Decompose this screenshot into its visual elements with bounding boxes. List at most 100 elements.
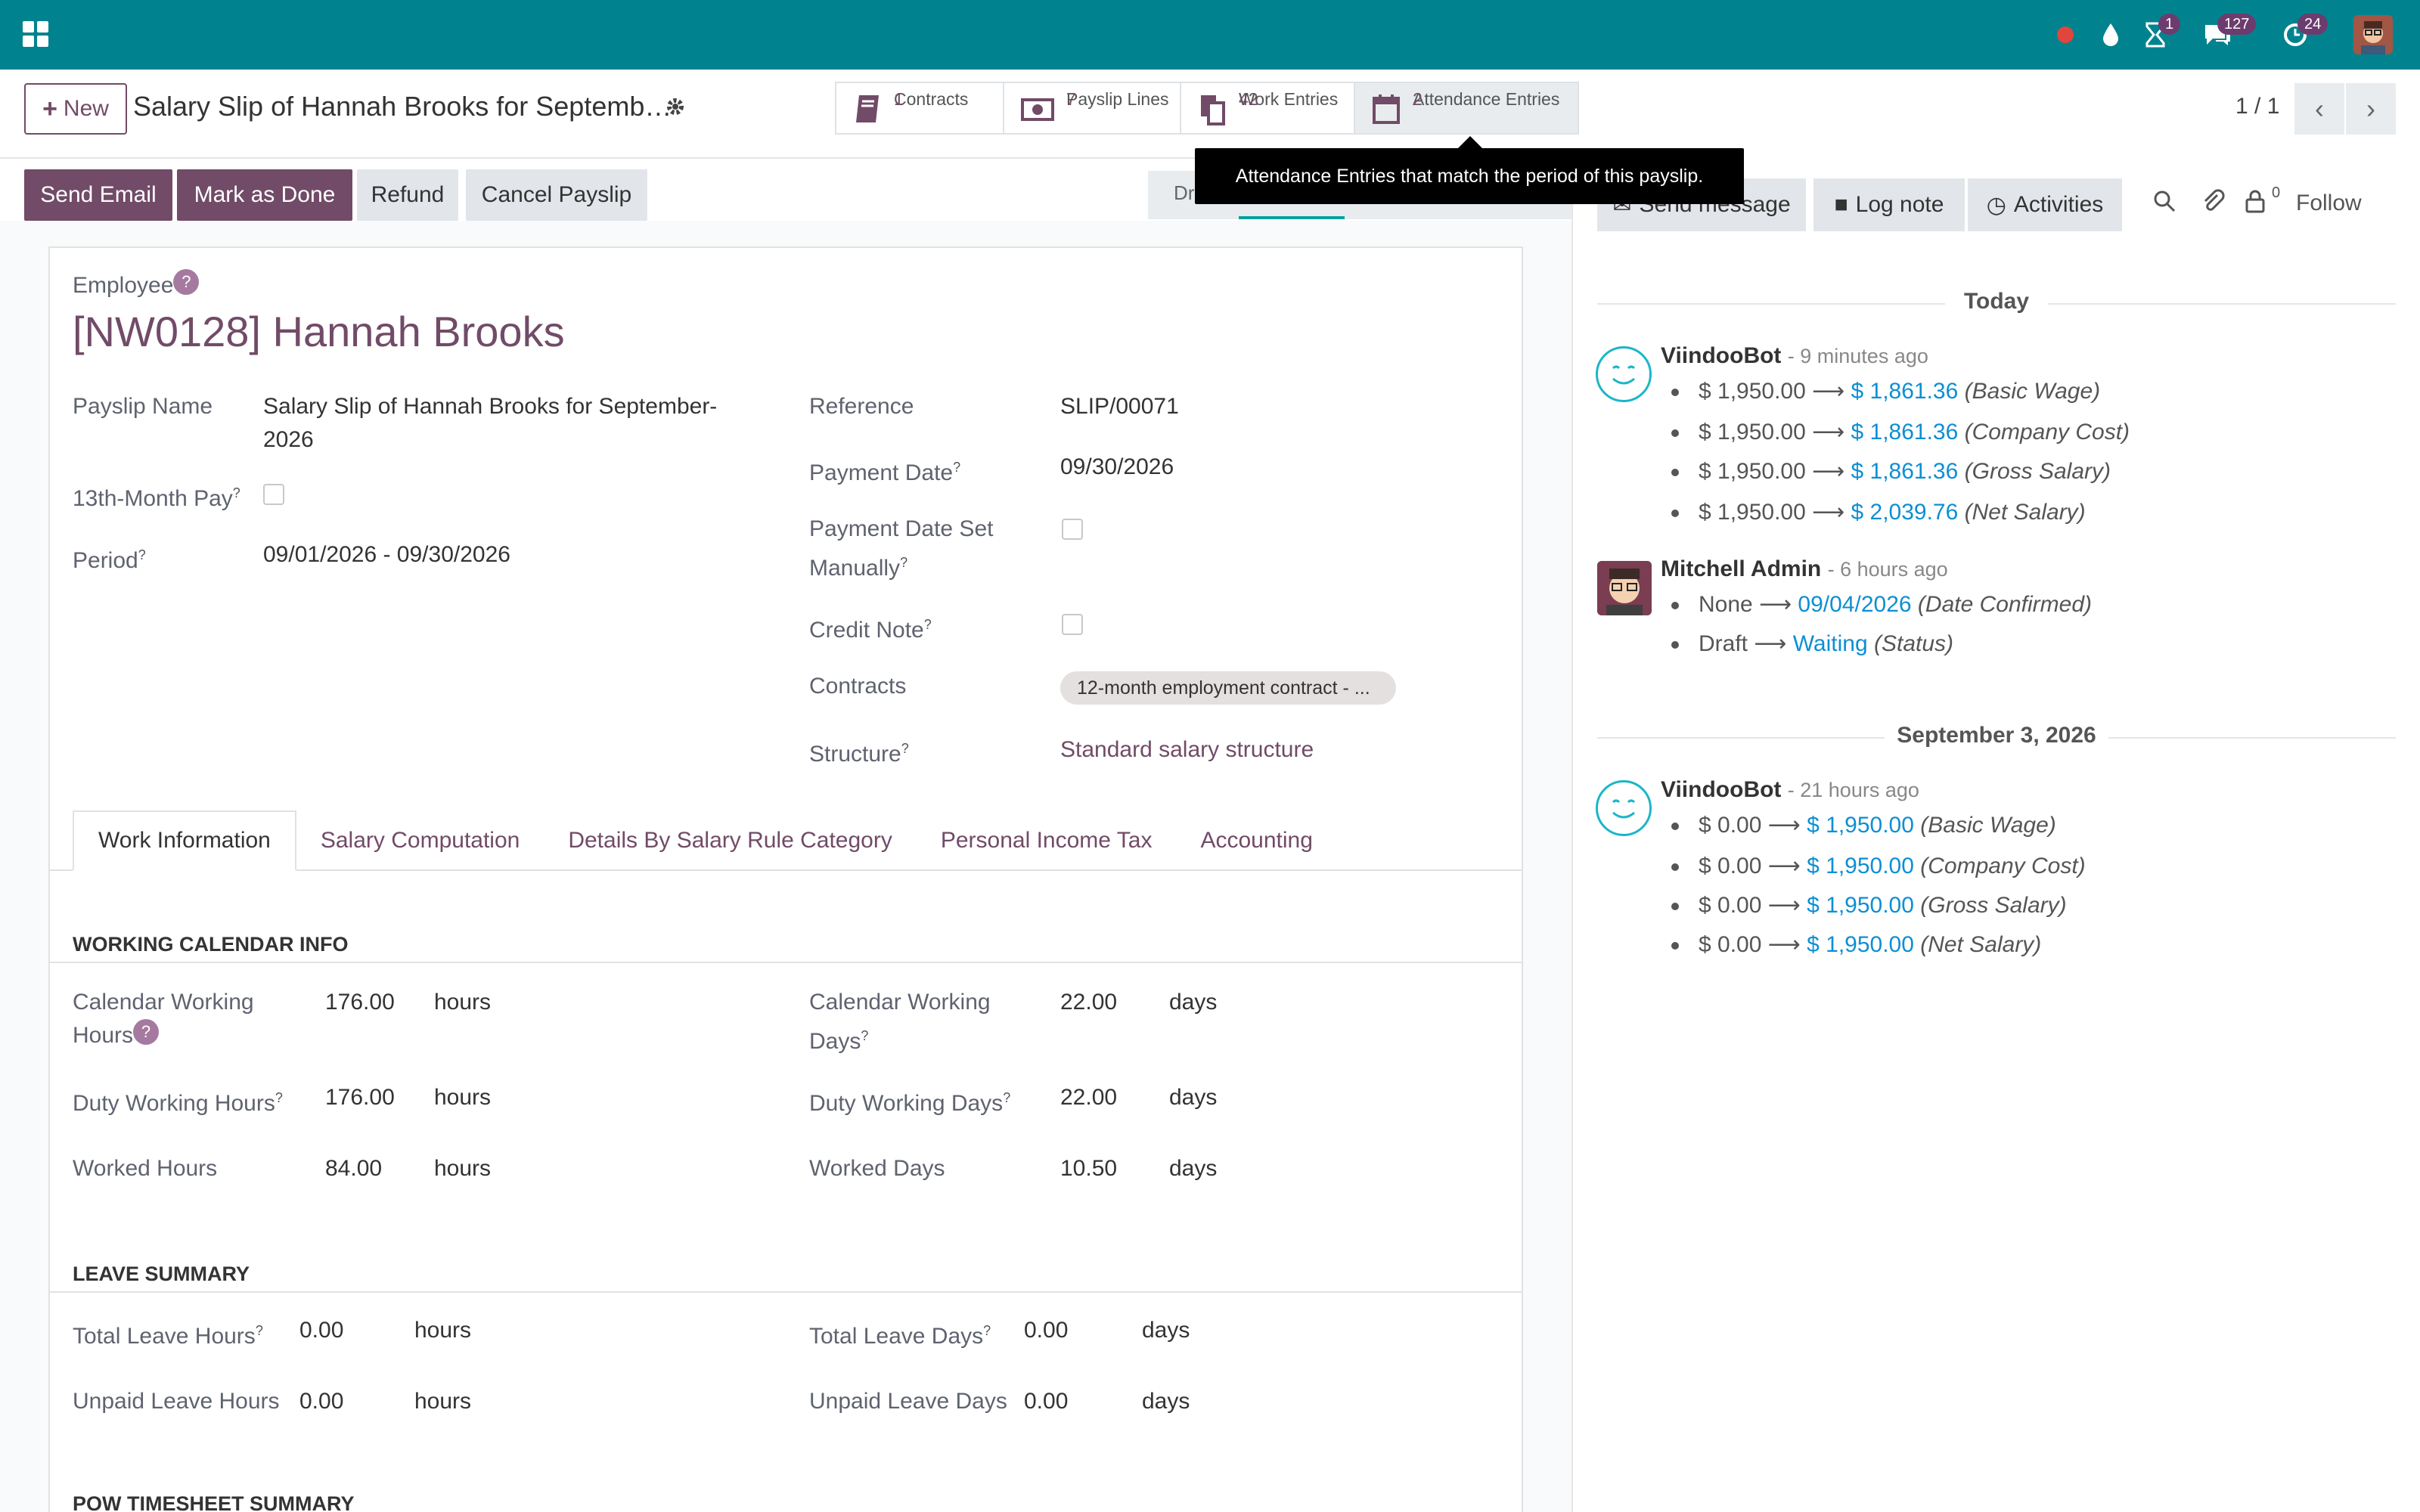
chevron-right-icon: ›	[2366, 93, 2375, 124]
top-navbar: 1 127 24	[0, 0, 2420, 70]
date-divider-line	[2108, 737, 2396, 739]
attendance-entries-smart-button[interactable]: Attendance Entries 2	[1354, 82, 1579, 135]
contract-tag[interactable]: 12-month employment contract - ...	[1060, 671, 1396, 705]
unpaid-leave-hours-label: Unpaid Leave Hours	[73, 1389, 280, 1414]
paperclip-icon[interactable]	[2201, 189, 2225, 219]
help-icon[interactable]: ?	[173, 269, 200, 295]
contracts-smart-button[interactable]: Contracts 1	[835, 82, 1004, 135]
date-separator-today: Today	[1963, 289, 2030, 314]
payment-manual-checkbox[interactable]	[1062, 519, 1083, 540]
total-leave-days-value: 0.00	[1024, 1318, 1069, 1343]
gear-icon[interactable]	[664, 95, 687, 124]
apps-menu-icon[interactable]	[23, 21, 48, 47]
tracking-line: Draft ⟶ Waiting (Status)	[1671, 631, 1953, 657]
chatter-divider	[1571, 159, 1573, 1512]
status-active-indicator	[1239, 216, 1345, 219]
calendar-hours-value: 176.00	[325, 990, 395, 1015]
follow-button[interactable]: Follow	[2296, 191, 2362, 216]
pager-value[interactable]: 1 / 1	[2235, 94, 2279, 119]
message-author[interactable]: ViindooBot - 21 hours ago	[1661, 777, 1919, 803]
employee-name[interactable]: [NW0128] Hannah Brooks	[73, 307, 565, 356]
employee-label: Employee?	[73, 269, 200, 302]
money-icon	[1021, 98, 1054, 121]
total-leave-hours-unit: hours	[414, 1318, 472, 1343]
pager-next-button[interactable]: ›	[2346, 83, 2396, 135]
thirteenth-month-checkbox[interactable]	[263, 484, 284, 505]
unpaid-leave-days-unit: days	[1142, 1389, 1190, 1414]
tracking-line: None ⟶ 09/04/2026 (Date Confirmed)	[1671, 591, 2092, 618]
work-entries-smart-button[interactable]: Work Entries 42	[1180, 82, 1355, 135]
tab-personal-income-tax[interactable]: Personal Income Tax	[917, 810, 1177, 871]
duty-hours-value: 176.00	[325, 1085, 395, 1110]
tracking-line: $ 0.00 ⟶ $ 1,950.00 (Gross Salary)	[1671, 892, 2067, 919]
tab-salary-computation[interactable]: Salary Computation	[296, 810, 544, 871]
total-leave-hours-label: Total Leave Hours?	[73, 1323, 263, 1349]
status-draft-label[interactable]: Dr	[1174, 181, 1194, 205]
payslip-lines-smart-button[interactable]: Payslip Lines 7	[1003, 82, 1181, 135]
lock-icon[interactable]	[2245, 189, 2266, 219]
viindoobot-avatar[interactable]	[1596, 346, 1652, 402]
arrow-right-icon: ⟶	[1767, 813, 1801, 838]
structure-value[interactable]: Standard salary structure	[1060, 733, 1314, 767]
send-email-button[interactable]: Send Email	[24, 169, 172, 221]
worked-hours-label: Worked Hours	[73, 1156, 218, 1181]
arrow-right-icon: ⟶	[1812, 500, 1845, 525]
cancel-payslip-button[interactable]: Cancel Payslip	[466, 169, 647, 221]
payment-manual-label-1: Payment Date Set	[809, 516, 994, 541]
refund-button[interactable]: Refund	[357, 169, 458, 221]
reference-value[interactable]: SLIP/00071	[1060, 390, 1179, 423]
tab-details-by-salary-rule-category[interactable]: Details By Salary Rule Category	[544, 810, 917, 871]
worked-hours-value: 84.00	[325, 1156, 383, 1181]
new-button[interactable]: + New	[24, 83, 127, 135]
arrow-right-icon: ⟶	[1767, 854, 1801, 878]
search-icon[interactable]	[2152, 189, 2176, 219]
follower-count: 0	[2272, 184, 2281, 201]
tracking-line: $ 1,950.00 ⟶ $ 1,861.36 (Basic Wage)	[1671, 378, 2100, 404]
structure-label: Structure?	[809, 741, 909, 767]
notebook-tabs: Work Information Salary Computation Deta…	[73, 810, 1337, 871]
message-author[interactable]: ViindooBot - 9 minutes ago	[1661, 343, 1928, 369]
duty-hours-label: Duty Working Hours?	[73, 1090, 283, 1116]
arrow-right-icon: ⟶	[1812, 420, 1845, 445]
tracking-line: $ 1,950.00 ⟶ $ 2,039.76 (Net Salary)	[1671, 499, 2086, 525]
date-divider-line	[1597, 737, 1885, 739]
message-time: - 9 minutes ago	[1787, 345, 1928, 367]
user-avatar[interactable]	[2353, 15, 2393, 54]
message-author[interactable]: Mitchell Admin - 6 hours ago	[1661, 556, 1948, 582]
credit-note-checkbox[interactable]	[1062, 614, 1083, 635]
message-time: - 21 hours ago	[1787, 779, 1919, 801]
payslip-name-label: Payslip Name	[73, 394, 213, 419]
pow-timesheet-title: POW TIMESHEET SUMMARY	[73, 1492, 355, 1512]
pager-previous-button[interactable]: ‹	[2294, 83, 2344, 135]
period-value[interactable]: 09/01/2026 - 09/30/2026	[263, 538, 510, 572]
payment-date-value[interactable]: 09/30/2026	[1060, 451, 1174, 484]
arrow-right-icon: ⟶	[1812, 459, 1845, 484]
working-calendar-title: WORKING CALENDAR INFO	[73, 933, 349, 956]
calendar-hours-unit: hours	[434, 990, 492, 1015]
arrow-right-icon: ⟶	[1767, 932, 1801, 957]
mark-as-done-button[interactable]: Mark as Done	[177, 169, 352, 221]
water-drop-icon[interactable]	[2101, 18, 2121, 51]
date-separator-sept3: September 3, 2026	[1897, 723, 2096, 748]
payslip-name-line2[interactable]: 2026	[263, 423, 314, 457]
message-time: - 6 hours ago	[1827, 558, 1948, 581]
arrow-right-icon: ⟶	[1759, 592, 1792, 617]
viindoobot-avatar[interactable]	[1596, 780, 1652, 836]
activities-button[interactable]: ◷ Activities	[1968, 178, 2122, 231]
files-icon	[1201, 95, 1225, 125]
tab-accounting[interactable]: Accounting	[1176, 810, 1336, 871]
payslip-name-line1[interactable]: Salary Slip of Hannah Brooks for Septemb…	[263, 390, 717, 423]
record-title: Salary Slip of Hannah Brooks for Septemb…	[133, 91, 672, 122]
record-status-icon[interactable]	[2055, 18, 2075, 51]
tab-work-information[interactable]: Work Information	[73, 810, 296, 871]
log-note-button[interactable]: ■ Log note	[1813, 178, 1965, 231]
period-label: Period?	[73, 547, 146, 573]
mitchell-admin-avatar[interactable]	[1597, 561, 1652, 615]
total-leave-hours-value: 0.00	[299, 1318, 344, 1343]
calendar-days-unit: days	[1169, 990, 1218, 1015]
help-icon[interactable]: ?	[133, 1019, 160, 1045]
calendar-days-label-2: Days?	[809, 1028, 869, 1054]
messages-badge: 127	[2217, 14, 2257, 35]
smart-buttons: Contracts 1 Payslip Lines 7 Work Entries 42…	[835, 82, 1579, 135]
duty-days-label: Duty Working Days?	[809, 1090, 1011, 1116]
